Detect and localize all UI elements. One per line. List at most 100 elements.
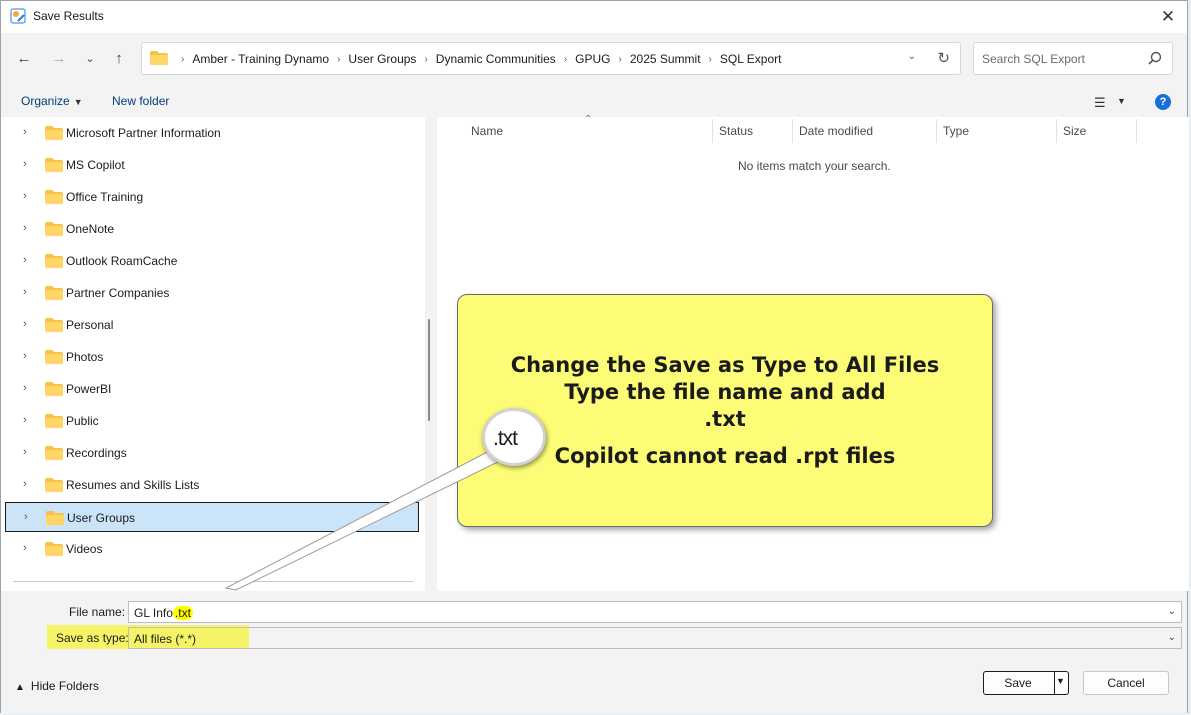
tree-item[interactable]: › PowerBI (5, 374, 419, 404)
sort-caret-up-icon: ⌃ (584, 114, 593, 125)
caret-down-icon[interactable]: ▼ (1117, 96, 1126, 106)
tree-item[interactable]: › Office Training (5, 182, 419, 212)
command-bar: Organize ▼ New folder ☰ ▼ ? (1, 85, 1187, 117)
expand-chevron-icon[interactable]: › (23, 254, 27, 266)
tree-item[interactable]: › Photos (5, 342, 419, 372)
tree-item[interactable]: › Recordings (5, 438, 419, 468)
magnifier-zoom: .txt (482, 408, 546, 466)
tree-item[interactable]: › Microsoft Partner Information (5, 118, 419, 148)
file-name-value: GL Info .txt (134, 606, 193, 620)
window-title: Save Results (33, 9, 104, 23)
refresh-icon[interactable]: ↻ (937, 49, 950, 67)
expand-chevron-icon[interactable]: › (23, 126, 27, 138)
folder-icon (45, 414, 63, 428)
close-icon[interactable]: ✕ (1155, 4, 1181, 30)
expand-chevron-icon[interactable]: › (23, 222, 27, 234)
caret-down-icon: ▼ (73, 97, 83, 107)
column-header-date-modified[interactable]: Date modified (799, 124, 873, 138)
expand-chevron-icon[interactable]: › (23, 350, 27, 362)
column-header-status[interactable]: Status (719, 124, 753, 138)
breadcrumb-item[interactable]: Amber - Training Dynamo (192, 52, 329, 66)
tree-item[interactable]: › User Groups (5, 502, 419, 532)
tree-item-label: Personal (66, 318, 114, 332)
callout-line-2: Type the file name and add (564, 380, 886, 404)
folder-icon (45, 126, 63, 140)
address-bar[interactable]: › Amber - Training Dynamo › User Groups … (141, 42, 961, 75)
breadcrumb-item[interactable]: SQL Export (720, 52, 782, 66)
search-input[interactable]: Search SQL Export (973, 42, 1173, 75)
folder-icon (45, 542, 63, 556)
save-dropdown-caret-icon[interactable]: ▼ (1056, 676, 1065, 686)
folder-icon (45, 318, 63, 332)
magnifier-text: .txt (493, 427, 518, 450)
tree-item-label: User Groups (67, 511, 136, 525)
expand-chevron-icon[interactable]: › (23, 542, 27, 554)
column-header-size[interactable]: Size (1063, 124, 1086, 138)
expand-chevron-icon[interactable]: › (23, 414, 27, 426)
breadcrumb-item[interactable]: User Groups (348, 52, 416, 66)
tree-item[interactable]: › MS Copilot (5, 150, 419, 180)
tree-item-label: Office Training (66, 190, 144, 204)
bottom-pane: File name: GL Info .txt ⌄ Save as type: A… (1, 591, 1187, 714)
breadcrumb-item[interactable]: Dynamic Communities (436, 52, 556, 66)
organize-menu[interactable]: Organize ▼ (21, 94, 83, 108)
tree-item-label: Photos (66, 350, 104, 364)
tree-item[interactable]: › Outlook RoamCache (5, 246, 419, 276)
column-divider[interactable] (792, 119, 793, 143)
empty-message: No items match your search. (738, 159, 891, 173)
expand-chevron-icon[interactable]: › (23, 190, 27, 202)
column-header-name[interactable]: Name (471, 124, 503, 138)
column-header-type[interactable]: Type (943, 124, 969, 138)
forward-arrow-icon[interactable]: → (48, 47, 70, 69)
navigation-row: ← → ⌄ ↑ › Amber - Training Dynamo › User… (1, 33, 1187, 85)
navpane-scrollbar[interactable] (428, 319, 430, 421)
tree-item-label: Microsoft Partner Information (66, 126, 221, 140)
tree-item[interactable]: › Personal (5, 310, 419, 340)
expand-chevron-icon[interactable]: › (24, 511, 28, 523)
expand-chevron-icon[interactable]: › (23, 286, 27, 298)
expand-chevron-icon[interactable]: › (23, 318, 27, 330)
column-divider[interactable] (1056, 119, 1057, 143)
callout-line-1: Change the Save as Type to All Files (510, 353, 940, 377)
expand-chevron-icon[interactable]: › (23, 478, 27, 490)
expand-chevron-icon[interactable]: › (23, 158, 27, 170)
breadcrumb-item[interactable]: GPUG (575, 52, 610, 66)
view-options-icon[interactable]: ☰ (1094, 95, 1106, 111)
breadcrumb-item[interactable]: 2025 Summit (630, 52, 701, 66)
up-arrow-icon[interactable]: ↑ (108, 47, 130, 69)
address-dropdown-chevron-icon[interactable]: ⌄ (908, 51, 916, 62)
folder-icon (45, 446, 63, 460)
recent-locations-chevron-icon[interactable]: ⌄ (79, 47, 101, 69)
expand-chevron-icon[interactable]: › (23, 382, 27, 394)
save-as-type-select[interactable]: All files (*.*) ⌄ (128, 627, 1182, 649)
app-icon (10, 8, 26, 24)
tree-item[interactable]: › Public (5, 406, 419, 436)
tree-item-label: Partner Companies (66, 286, 170, 300)
expand-chevron-icon[interactable]: › (23, 446, 27, 458)
back-arrow-icon[interactable]: ← (13, 47, 35, 69)
help-icon[interactable]: ? (1155, 94, 1171, 110)
folder-icon (45, 222, 63, 236)
hide-folders-button[interactable]: ▲ Hide Folders (15, 679, 99, 693)
new-folder-button[interactable]: New folder (112, 94, 169, 108)
tree-item[interactable]: › OneNote (5, 214, 419, 244)
chevron-down-icon[interactable]: ⌄ (1168, 632, 1176, 643)
hide-folders-label: Hide Folders (30, 679, 99, 693)
tree-item[interactable]: › Videos (5, 534, 419, 564)
chevron-right-icon: › (563, 53, 568, 65)
column-divider[interactable] (936, 119, 937, 143)
cancel-button[interactable]: Cancel (1083, 671, 1169, 695)
column-divider[interactable] (712, 119, 713, 143)
navigation-pane: › Microsoft Partner Information › MS Copilo… (1, 117, 425, 591)
chevron-right-icon: › (181, 53, 185, 65)
breadcrumb: › Amber - Training Dynamo › User Groups … (173, 52, 781, 66)
file-name-field[interactable]: GL Info .txt ⌄ (128, 601, 1182, 623)
tree-item-label: Outlook RoamCache (66, 254, 178, 268)
chevron-down-icon[interactable]: ⌄ (1168, 606, 1176, 617)
search-icon[interactable] (1148, 51, 1162, 65)
folder-icon (45, 350, 63, 364)
column-divider[interactable] (1136, 119, 1137, 143)
folder-icon (45, 190, 63, 204)
tree-item[interactable]: › Resumes and Skills Lists (5, 470, 419, 500)
tree-item[interactable]: › Partner Companies (5, 278, 419, 308)
